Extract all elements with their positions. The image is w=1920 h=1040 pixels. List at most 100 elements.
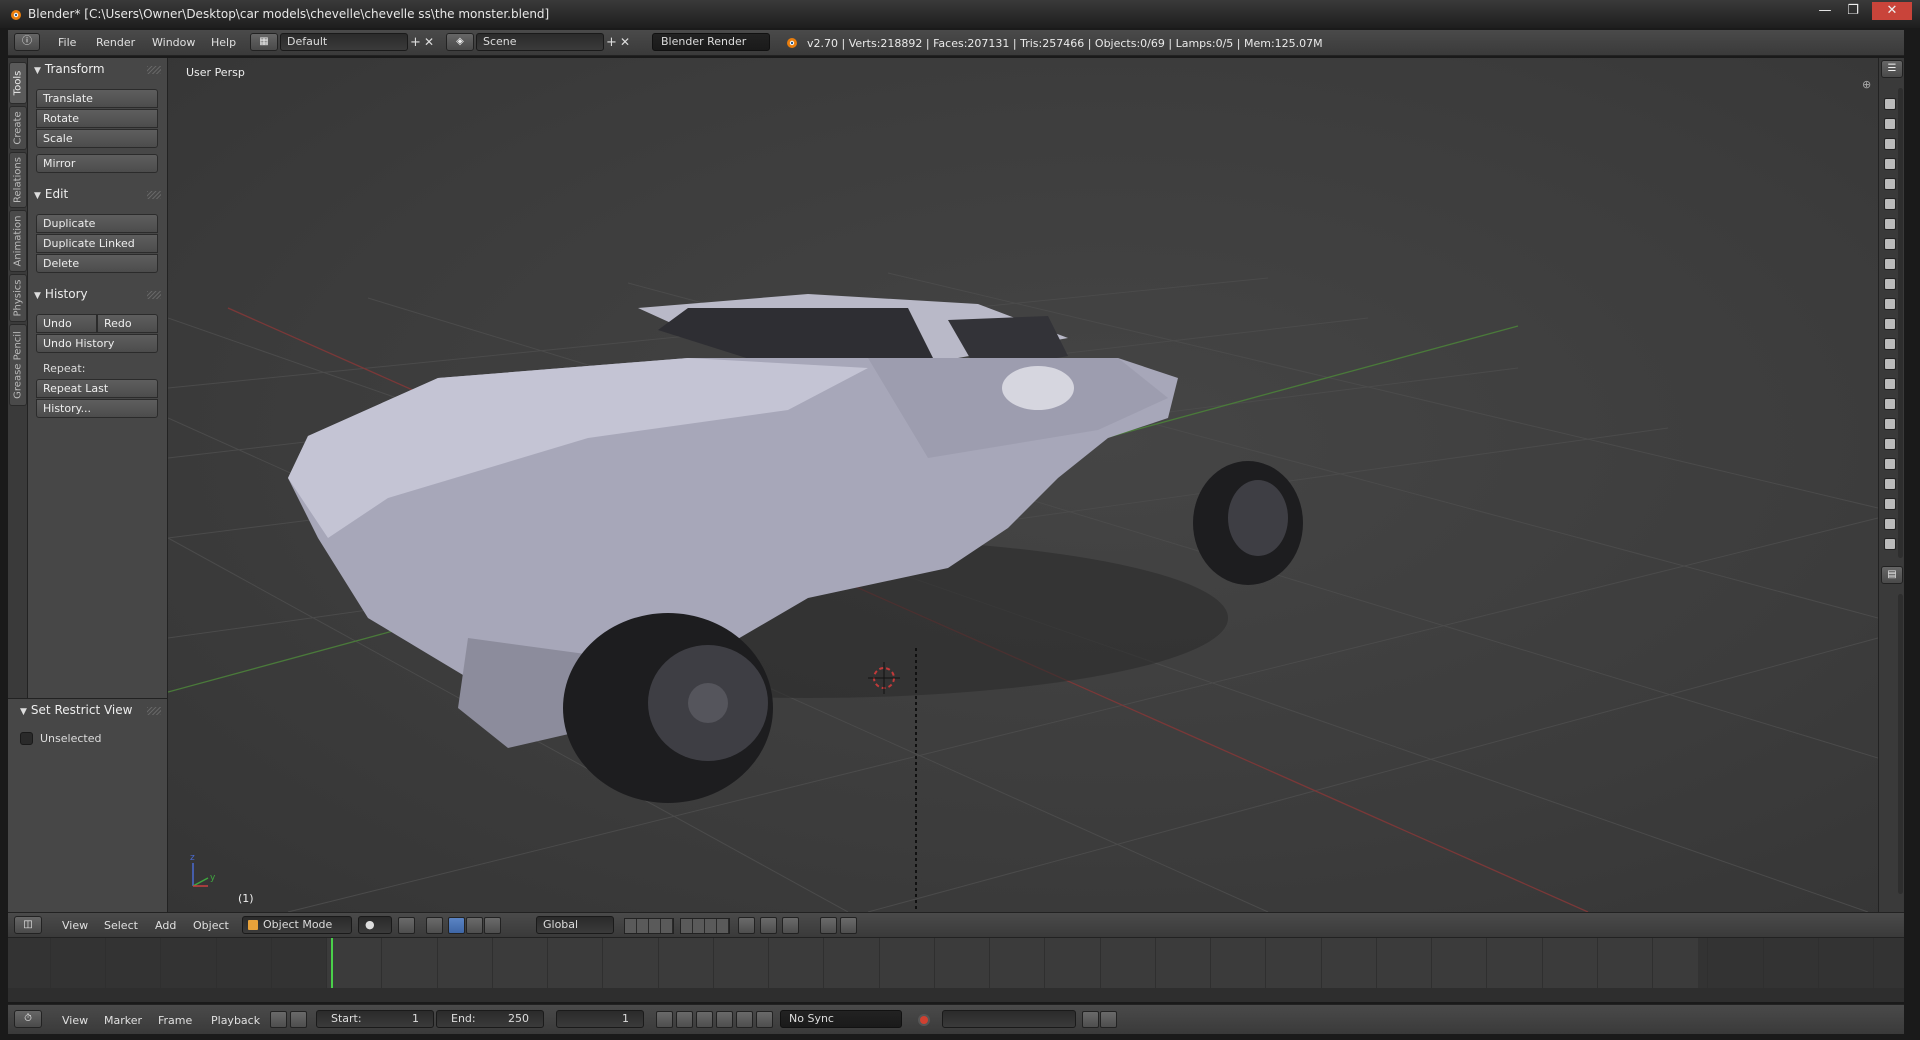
duplicate-linked-button[interactable]: Duplicate Linked [36,234,158,253]
panel-grip-icon[interactable] [147,66,161,74]
tab-tools[interactable]: Tools [9,62,27,104]
outliner-visibility-icon[interactable] [1884,298,1896,310]
start-frame-field[interactable]: Start: 1 [316,1010,434,1028]
layer-buttons-2[interactable] [680,918,730,934]
outliner-visibility-icon[interactable] [1884,358,1896,370]
remove-scene-icon[interactable]: ✕ [620,35,630,49]
screen-layout-field[interactable]: Default [280,33,408,51]
delete-keyframe-icon[interactable] [1100,1011,1117,1028]
timeline[interactable]: -50-40-30-20-100102030405060708090100110… [8,938,1904,1002]
tab-relations[interactable]: Relations [9,152,27,208]
sync-mode-dropdown[interactable]: No Sync [780,1010,902,1028]
remove-layout-icon[interactable]: ✕ [424,35,434,49]
minimize-button[interactable]: — [1810,2,1840,20]
jump-start-icon[interactable] [656,1011,673,1028]
menu-object[interactable]: Object [193,919,229,932]
panel-grip-icon[interactable] [147,291,161,299]
outliner-visibility-icon[interactable] [1884,278,1896,290]
3d-viewport[interactable]: z y User Persp (1) ⊕ [168,58,1878,912]
mirror-button[interactable]: Mirror [36,154,158,173]
close-button[interactable]: ✕ [1872,2,1912,20]
delete-button[interactable]: Delete [36,254,158,273]
duplicate-button[interactable]: Duplicate [36,214,158,233]
outliner-visibility-icon[interactable] [1884,318,1896,330]
render-animation-icon[interactable] [840,917,857,934]
panel-edit-heading[interactable]: Edit [34,187,68,201]
outliner-visibility-icon[interactable] [1884,98,1896,110]
outliner-visibility-icon[interactable] [1884,458,1896,470]
undo-button[interactable]: Undo [36,314,97,333]
jump-next-keyframe-icon[interactable] [736,1011,753,1028]
preview-range-icon[interactable] [270,1011,287,1028]
jump-end-icon[interactable] [756,1011,773,1028]
current-frame-field[interactable]: 1 [556,1010,644,1028]
properties-editor-icon[interactable]: ▤ [1881,566,1903,584]
object-mode-dropdown[interactable]: Object Mode [242,916,352,934]
tl-menu-view[interactable]: View [62,1014,88,1027]
outliner-scrollbar[interactable] [1898,88,1903,558]
properties-scrollbar[interactable] [1898,594,1903,894]
editor-type-3d-icon[interactable]: ◫ [14,916,42,934]
outliner-visibility-icon[interactable] [1884,378,1896,390]
translate-button[interactable]: Translate [36,89,158,108]
outliner-visibility-icon[interactable] [1884,258,1896,270]
scene-icon[interactable]: ◈ [446,33,474,51]
outliner-strip[interactable]: ☰ ▤ [1878,58,1904,912]
outliner-visibility-icon[interactable] [1884,178,1896,190]
screen-layout-icon[interactable]: ▦ [250,33,278,51]
panel-transform-heading[interactable]: Transform [34,62,105,76]
render-engine-dropdown[interactable]: Blender Render [652,33,770,51]
outliner-visibility-icon[interactable] [1884,338,1896,350]
keying-set-field[interactable] [942,1010,1076,1028]
outliner-visibility-icon[interactable] [1884,158,1896,170]
tl-menu-frame[interactable]: Frame [158,1014,192,1027]
menu-help[interactable]: Help [211,36,236,49]
transform-orientation-dropdown[interactable]: Global [536,916,614,934]
outliner-visibility-icon[interactable] [1884,498,1896,510]
outliner-visibility-icon[interactable] [1884,198,1896,210]
lock-time-icon[interactable] [290,1011,307,1028]
play-reverse-icon[interactable] [696,1011,713,1028]
manipulator-toggle-icon[interactable] [426,917,443,934]
panel-history-heading[interactable]: History [34,287,88,301]
jump-prev-keyframe-icon[interactable] [676,1011,693,1028]
play-icon[interactable] [716,1011,733,1028]
scale-manipulator-icon[interactable] [484,917,501,934]
tab-physics[interactable]: Physics [9,274,27,322]
outliner-visibility-icon[interactable] [1884,538,1896,550]
outliner-visibility-icon[interactable] [1884,418,1896,430]
tab-animation[interactable]: Animation [9,210,27,272]
menu-select[interactable]: Select [104,919,138,932]
editor-type-info-icon[interactable]: ⓘ [14,33,40,51]
car-model[interactable] [288,294,1303,803]
outliner-visibility-icon[interactable] [1884,238,1896,250]
timeline-playhead[interactable] [330,938,333,988]
viewport-shading-dropdown[interactable]: ● [358,916,392,934]
outliner-visibility-icon[interactable] [1884,438,1896,450]
unselected-checkbox[interactable] [20,732,33,745]
rotate-manipulator-icon[interactable] [466,917,483,934]
panel-grip-icon[interactable] [147,707,161,715]
maximize-button[interactable]: ❐ [1838,2,1868,20]
tab-create[interactable]: Create [9,106,27,150]
outliner-visibility-icon[interactable] [1884,518,1896,530]
scene-field[interactable]: Scene [476,33,604,51]
menu-file[interactable]: File [58,36,76,49]
translate-manipulator-icon[interactable] [448,917,465,934]
tab-grease-pencil[interactable]: Grease Pencil [9,324,27,406]
end-frame-field[interactable]: End: 250 [436,1010,544,1028]
tl-menu-marker[interactable]: Marker [104,1014,142,1027]
outliner-visibility-icon[interactable] [1884,478,1896,490]
menu-add[interactable]: Add [155,919,176,932]
add-region-icon[interactable]: ⊕ [1862,78,1871,91]
timeline-scrollbar[interactable] [8,988,1904,1002]
scale-button[interactable]: Scale [36,129,158,148]
editor-type-timeline-icon[interactable]: ⏱ [14,1010,42,1028]
rotate-button[interactable]: Rotate [36,109,158,128]
history-button[interactable]: History... [36,399,158,418]
add-layout-icon[interactable]: + [410,35,421,50]
record-icon[interactable] [918,1014,930,1026]
redo-button[interactable]: Redo [97,314,158,333]
restrict-view-heading[interactable]: Set Restrict View [20,703,133,717]
menu-view[interactable]: View [62,919,88,932]
